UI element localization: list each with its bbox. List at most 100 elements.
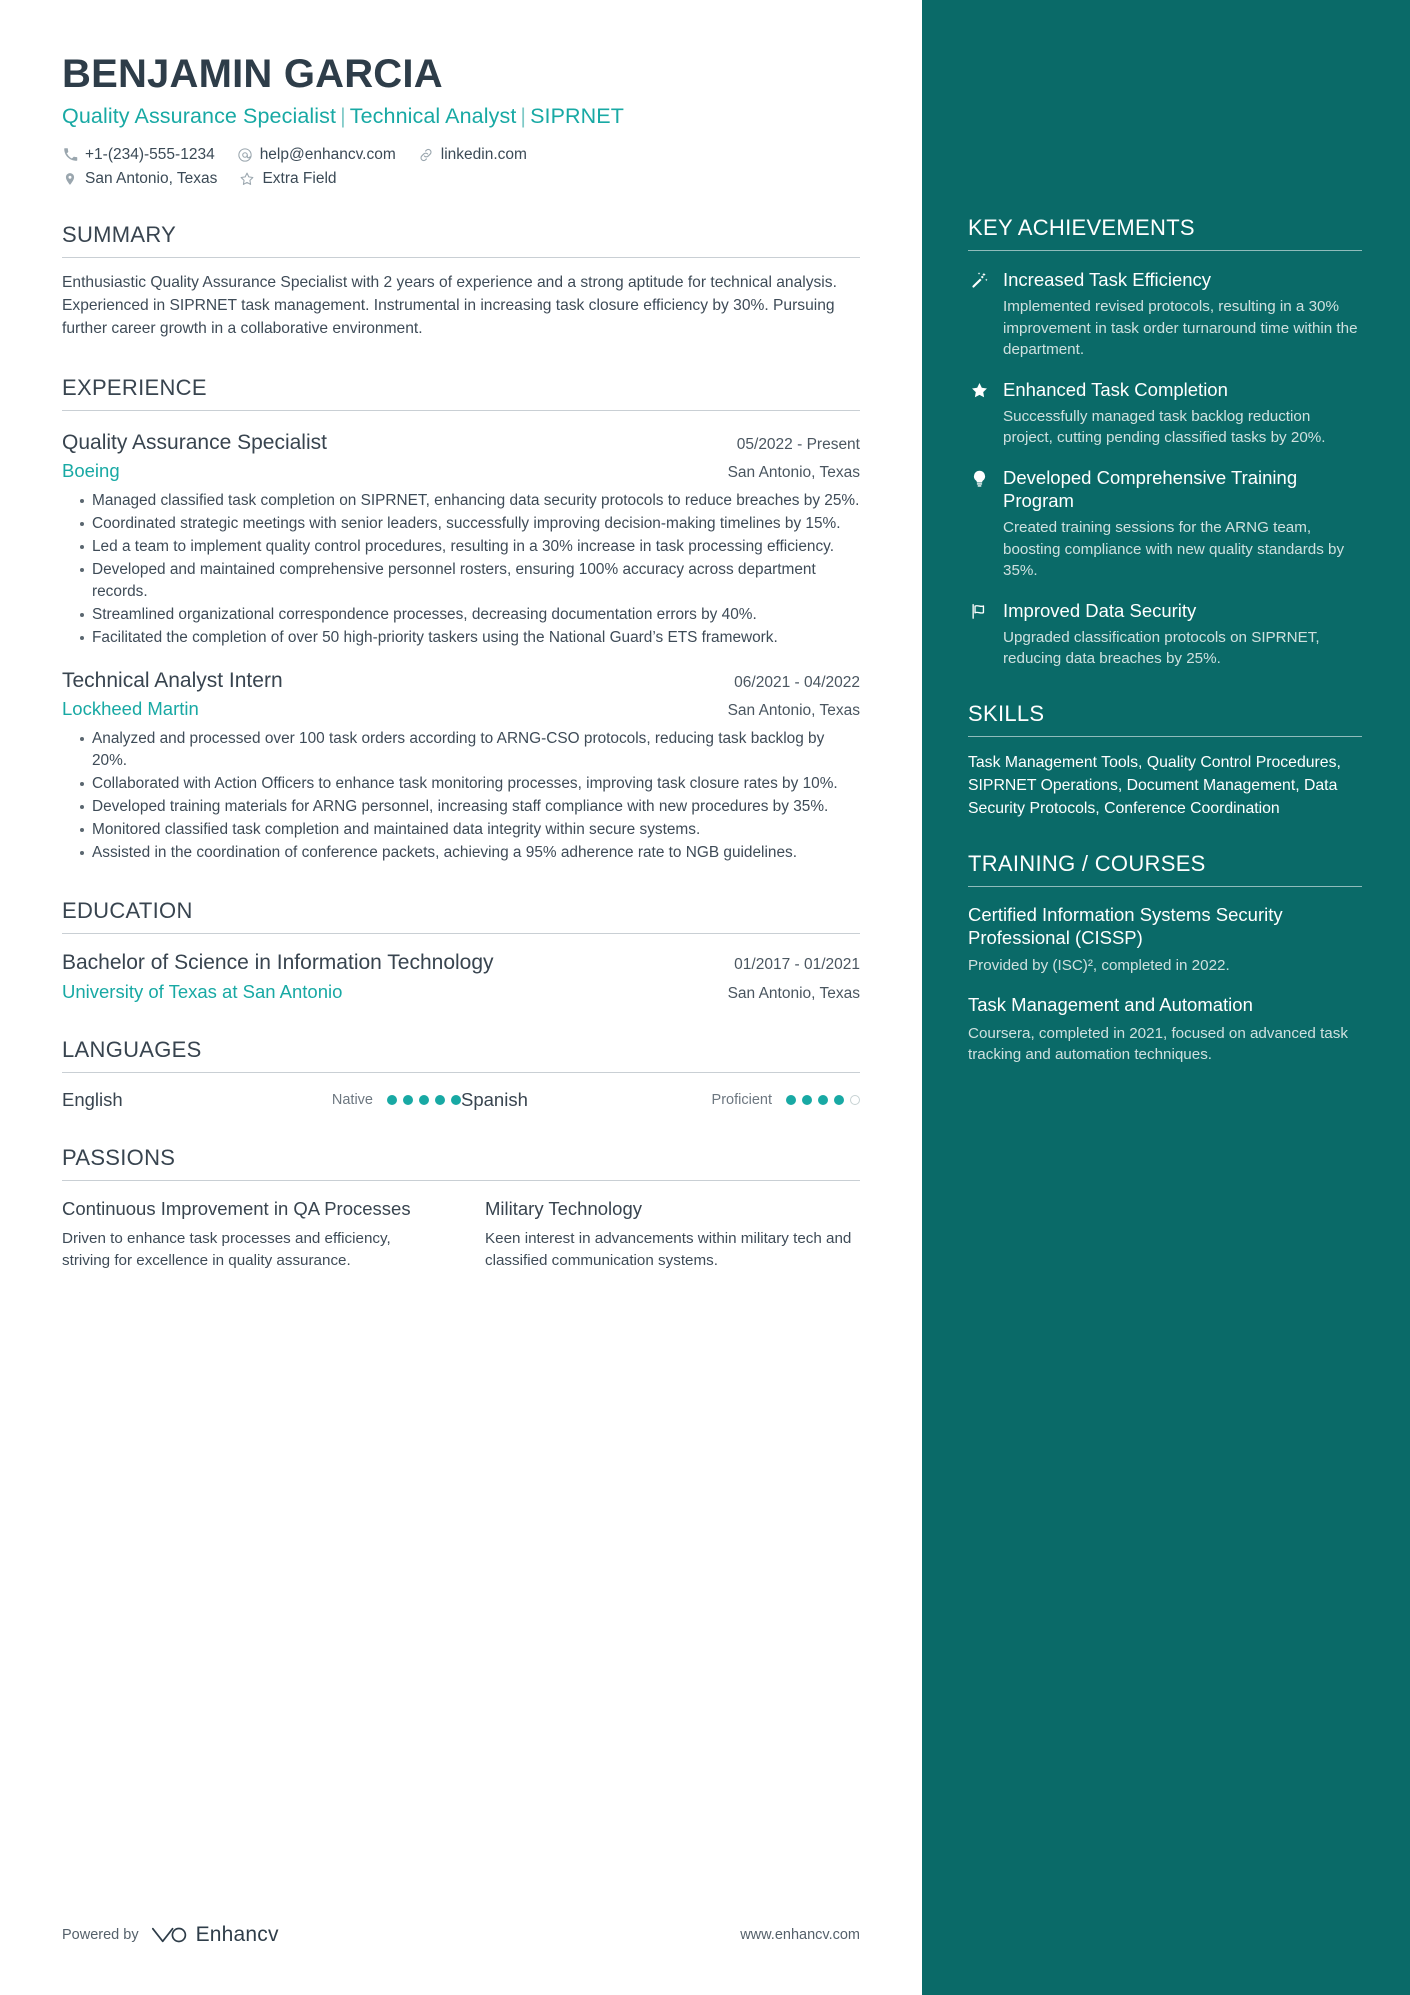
education-entry-header: Bachelor of Science in Information Techn… bbox=[62, 951, 860, 975]
job-bullet: Monitored classified task completion and… bbox=[80, 819, 860, 841]
job-bullet: Analyzed and processed over 100 task ord… bbox=[80, 728, 860, 772]
headline-part-3: SIPRNET bbox=[530, 103, 624, 128]
section-education: EDUCATION Bachelor of Science in Informa… bbox=[62, 898, 860, 1003]
section-passions: PASSIONS Continuous Improvement in QA Pr… bbox=[62, 1145, 860, 1272]
language-item: English Native bbox=[62, 1089, 461, 1111]
rating-dot-filled bbox=[419, 1094, 429, 1105]
contact-row-secondary: San Antonio, Texas Extra Field bbox=[62, 170, 860, 188]
education-divider bbox=[62, 932, 860, 934]
rating-dot-filled bbox=[786, 1094, 796, 1105]
summary-divider bbox=[62, 256, 860, 258]
languages-list: English Native Spanish Proficient bbox=[62, 1089, 860, 1111]
rating-dot-filled bbox=[834, 1094, 844, 1105]
language-level: Proficient bbox=[711, 1091, 772, 1108]
contact-phone-text: +1-(234)-555-1234 bbox=[85, 145, 215, 163]
location-pin-icon bbox=[62, 171, 78, 187]
summary-title: SUMMARY bbox=[62, 221, 177, 247]
star-outline-icon bbox=[239, 171, 255, 187]
headline-separator: | bbox=[340, 103, 346, 128]
experience-entry-subheader: Boeing San Antonio, Texas bbox=[62, 460, 860, 482]
education-entry: Bachelor of Science in Information Techn… bbox=[62, 951, 860, 1003]
summary-text: Enthusiastic Quality Assurance Specialis… bbox=[62, 273, 837, 337]
education-title: EDUCATION bbox=[62, 897, 193, 923]
passion-title: Military Technology bbox=[485, 1197, 642, 1219]
passion-item: Continuous Improvement in QA Processes D… bbox=[62, 1197, 437, 1272]
job-bullet: Developed and maintained comprehensive p… bbox=[80, 559, 860, 603]
contact-extra-field-text: Extra Field bbox=[262, 169, 337, 187]
powered-by-label: Powered by bbox=[62, 1927, 139, 1943]
section-experience: EXPERIENCE Quality Assurance Specialist … bbox=[62, 375, 860, 864]
experience-divider bbox=[62, 409, 860, 411]
course-item: Certified Information Systems Security P… bbox=[968, 903, 1362, 977]
experience-entry: Quality Assurance Specialist 05/2022 - P… bbox=[62, 431, 860, 649]
brand-name: Enhancv bbox=[195, 1923, 279, 1946]
section-training-courses: TRAINING / COURSES Certified Information… bbox=[968, 851, 1362, 1066]
star-filled-icon bbox=[968, 378, 990, 449]
job-bullet: Coordinated strategic meetings with seni… bbox=[80, 513, 860, 535]
headline-separator: | bbox=[520, 103, 527, 128]
experience-entry-header: Technical Analyst Intern 06/2021 - 04/20… bbox=[62, 669, 860, 693]
headline-part-1: Quality Assurance Specialist bbox=[62, 103, 337, 128]
infinity-logo-icon bbox=[151, 1925, 187, 1945]
magic-wand-icon bbox=[968, 268, 990, 361]
skills-text: Task Management Tools, Quality Control P… bbox=[968, 753, 1341, 817]
flag-icon bbox=[968, 599, 990, 670]
resume-main-column: BENJAMIN GARCIA Quality Assurance Specia… bbox=[0, 0, 922, 1995]
language-rating-dots bbox=[786, 1094, 860, 1105]
resume-page: BENJAMIN GARCIA Quality Assurance Specia… bbox=[0, 0, 1410, 1995]
achievement-description: Upgraded classification protocols on SIP… bbox=[1003, 628, 1320, 668]
training-courses-title: TRAINING / COURSES bbox=[968, 850, 1206, 876]
achievement-body: Developed Comprehensive Training Program… bbox=[1003, 466, 1362, 582]
rating-dot-filled bbox=[802, 1094, 812, 1105]
phone-icon bbox=[62, 147, 78, 163]
languages-title: LANGUAGES bbox=[62, 1036, 202, 1062]
passions-list: Continuous Improvement in QA Processes D… bbox=[62, 1197, 860, 1272]
course-description: Provided by (ISC)², completed in 2022. bbox=[968, 957, 1230, 975]
achievement-title: Developed Comprehensive Training Program bbox=[1003, 466, 1298, 511]
job-bullet: Assisted in the coordination of conferen… bbox=[80, 842, 860, 864]
job-bullet: Developed training materials for ARNG pe… bbox=[80, 796, 860, 818]
achievement-body: Increased Task Efficiency Implemented re… bbox=[1003, 268, 1362, 361]
job-bullet: Led a team to implement quality control … bbox=[80, 536, 860, 558]
contact-email[interactable]: help@enhancv.com bbox=[237, 146, 396, 164]
job-dates: 06/2021 - 04/2022 bbox=[734, 673, 860, 691]
skills-divider bbox=[968, 735, 1362, 737]
job-title: Technical Analyst Intern bbox=[62, 668, 283, 692]
job-bullet: Managed classified task completion on SI… bbox=[80, 490, 860, 512]
contact-location: San Antonio, Texas bbox=[62, 170, 217, 188]
education-entry-subheader: University of Texas at San Antonio San A… bbox=[62, 981, 860, 1003]
job-dates: 05/2022 - Present bbox=[736, 435, 860, 453]
achievement-description: Successfully managed task backlog reduct… bbox=[1003, 407, 1326, 447]
rating-dot-empty bbox=[850, 1094, 860, 1105]
contact-linkedin-text: linkedin.com bbox=[440, 145, 527, 163]
rating-dot-filled bbox=[435, 1094, 445, 1105]
passions-divider bbox=[62, 1179, 860, 1181]
experience-entry-header: Quality Assurance Specialist 05/2022 - P… bbox=[62, 431, 860, 455]
job-bullet: Facilitated the completion of over 50 hi… bbox=[80, 627, 860, 649]
passion-description: Driven to enhance task processes and eff… bbox=[62, 1230, 391, 1270]
achievement-item: Enhanced Task Completion Successfully ma… bbox=[968, 378, 1362, 449]
achievement-title: Improved Data Security bbox=[1003, 599, 1197, 621]
candidate-name: BENJAMIN GARCIA bbox=[62, 52, 443, 96]
job-bullet: Streamlined organizational correspondenc… bbox=[80, 604, 860, 626]
achievement-description: Implemented revised protocols, resulting… bbox=[1003, 298, 1358, 359]
achievement-item: Increased Task Efficiency Implemented re… bbox=[968, 268, 1362, 361]
training-courses-divider bbox=[968, 885, 1362, 887]
education-degree: Bachelor of Science in Information Techn… bbox=[62, 950, 494, 974]
enhancv-logo: Enhancv bbox=[151, 1923, 279, 1947]
job-bullet-list: Managed classified task completion on SI… bbox=[62, 490, 860, 649]
contact-linkedin[interactable]: linkedin.com bbox=[418, 146, 527, 164]
achievement-body: Enhanced Task Completion Successfully ma… bbox=[1003, 378, 1362, 449]
headline-part-2: Technical Analyst bbox=[349, 103, 517, 128]
education-dates: 01/2017 - 01/2021 bbox=[734, 955, 860, 973]
rating-dot-filled bbox=[451, 1094, 461, 1105]
footer-url: www.enhancv.com bbox=[740, 1927, 860, 1943]
contact-phone[interactable]: +1-(234)-555-1234 bbox=[62, 146, 215, 164]
skills-title: SKILLS bbox=[968, 700, 1045, 726]
contact-location-text: San Antonio, Texas bbox=[85, 169, 218, 187]
section-languages: LANGUAGES English Native Spanish Profici… bbox=[62, 1037, 860, 1111]
achievement-item: Developed Comprehensive Training Program… bbox=[968, 466, 1362, 582]
job-location: San Antonio, Texas bbox=[727, 463, 860, 481]
contact-row-primary: +1-(234)-555-1234 help@enhancv.com linke… bbox=[62, 146, 860, 164]
candidate-headline: Quality Assurance Specialist | Technical A… bbox=[62, 104, 860, 129]
